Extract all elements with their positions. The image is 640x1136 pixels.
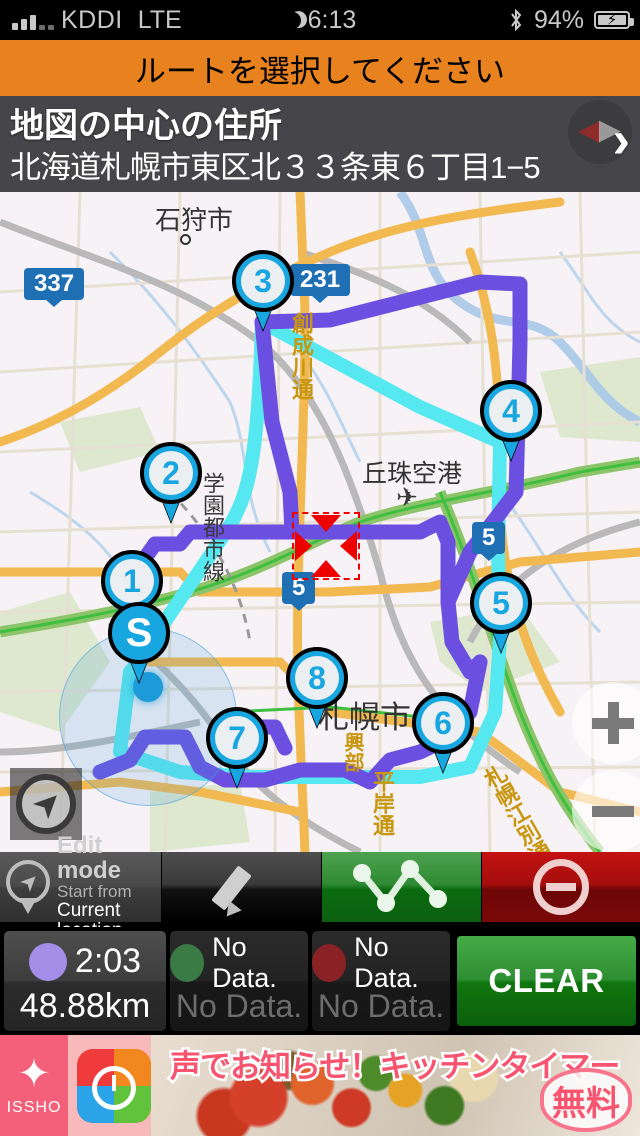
star-burst-icon: ✦ bbox=[17, 1052, 51, 1096]
map-marker-3[interactable]: 3 bbox=[232, 250, 294, 330]
route-color-dot bbox=[170, 943, 205, 982]
page-title: ルートを選択してください bbox=[134, 53, 506, 89]
map-marker-label: 8 bbox=[295, 656, 339, 700]
address-panel[interactable]: 地図の中心の住所 北海道札幌市東区北３３条東６丁目1−5 › bbox=[0, 96, 640, 192]
kitchen-timer-icon bbox=[77, 1048, 151, 1123]
city-marker-dot bbox=[180, 234, 191, 245]
route-waypoints-button[interactable] bbox=[322, 852, 482, 922]
map-marker-8[interactable]: 8 bbox=[286, 647, 348, 727]
title-bar: ルートを選択してください bbox=[0, 40, 640, 96]
map-marker-5[interactable]: 5 bbox=[470, 572, 532, 652]
route-card-1[interactable]: 2:03 48.88km bbox=[4, 931, 166, 1031]
map-label-road-4: 興部 bbox=[341, 732, 363, 772]
map-marker-7[interactable]: 7 bbox=[206, 707, 268, 787]
map-label-place: 石狩市 bbox=[155, 205, 234, 235]
map-marker-label: 3 bbox=[241, 259, 285, 303]
route-color-dot bbox=[312, 943, 347, 982]
map-marker-label: 2 bbox=[149, 451, 193, 495]
route-card-3[interactable]: No Data. No Data. bbox=[312, 931, 450, 1031]
minus-icon bbox=[592, 805, 634, 817]
clock-label: 6:13 bbox=[307, 5, 357, 34]
map-center-crosshair-icon bbox=[292, 512, 360, 580]
ad-free-badge: 無料 bbox=[540, 1068, 632, 1132]
route-color-dot bbox=[28, 942, 67, 981]
route-distance: 48.88km bbox=[19, 986, 151, 1025]
remove-circle-icon bbox=[533, 859, 589, 915]
route-distance: No Data. bbox=[175, 987, 303, 1024]
battery-icon: ⚡ bbox=[594, 11, 634, 29]
route-duration: No Data. bbox=[354, 931, 419, 993]
delete-route-button[interactable] bbox=[482, 852, 640, 922]
edit-pencil-icon bbox=[210, 860, 269, 922]
status-bar-center: 6:13 bbox=[0, 6, 640, 35]
route-distance: No Data. bbox=[317, 987, 445, 1024]
map-marker-label: 1 bbox=[110, 559, 154, 603]
map-marker-label: 6 bbox=[421, 701, 465, 745]
edit-mode-subtitle: Start from bbox=[57, 882, 132, 902]
route-duration: No Data. bbox=[212, 931, 277, 993]
ad-brand-name: ISSHO bbox=[6, 1099, 62, 1116]
navigation-arrow-icon: ➤ bbox=[16, 774, 76, 834]
edit-mode-title: Edit mode bbox=[57, 831, 122, 885]
edit-mode-button[interactable]: ➤ Edit mode Start from Current location bbox=[0, 833, 162, 941]
charging-bolt-icon: ⚡ bbox=[606, 11, 618, 29]
route-card-2[interactable]: No Data. No Data. bbox=[170, 931, 308, 1031]
status-bar: KDDI LTE 6:13 94% ⚡ bbox=[0, 0, 640, 40]
plus-icon bbox=[592, 702, 634, 744]
edit-pencil-button[interactable] bbox=[162, 852, 322, 922]
map-toolbar: ➤ Edit mode Start from Current location bbox=[0, 833, 640, 941]
address-label: 地図の中心の住所 bbox=[10, 107, 282, 145]
map-label-road-3: 平岸通 bbox=[370, 770, 395, 836]
route-duration: 2:03 bbox=[74, 942, 142, 980]
ad-brand: ✦ ISSHO bbox=[0, 1035, 68, 1136]
map-marker-start[interactable]: S bbox=[108, 602, 170, 682]
map-marker-2[interactable]: 2 bbox=[140, 442, 202, 522]
route-shield: 5 bbox=[472, 522, 506, 554]
location-pin-icon: ➤ bbox=[6, 860, 50, 914]
address-value: 北海道札幌市東区北３３条東６丁目1−5 bbox=[10, 150, 541, 185]
map-marker-label: 5 bbox=[479, 581, 523, 625]
locate-me-button[interactable]: ➤ bbox=[10, 768, 82, 840]
map-marker-4[interactable]: 4 bbox=[480, 380, 542, 460]
clear-button[interactable]: CLEAR bbox=[457, 936, 636, 1026]
route-summary-bar: 2:03 48.88km No Data. No Data. No Data. … bbox=[0, 927, 640, 1035]
map-marker-label: 4 bbox=[489, 389, 533, 433]
route-shield: 231 bbox=[290, 264, 351, 296]
map-canvas[interactable]: 石狩市 丘珠空港 ✈ 札幌市 創成川通 学園都市線 札幌江別通 平岸通 興部 3… bbox=[0, 192, 640, 852]
map-marker-label: S bbox=[117, 611, 161, 655]
airplane-icon: ✈ bbox=[396, 482, 418, 512]
waypoints-polyline-icon bbox=[352, 860, 447, 912]
chevron-right-icon[interactable]: › bbox=[613, 114, 630, 166]
route-shield: 337 bbox=[24, 268, 85, 300]
map-marker-6[interactable]: 6 bbox=[412, 692, 474, 772]
moon-icon bbox=[281, 9, 302, 30]
map-marker-label: 7 bbox=[215, 716, 259, 760]
ad-banner[interactable]: ✦ ISSHO 声でお知らせ！キッチンタイマー 無料 bbox=[0, 1035, 640, 1136]
